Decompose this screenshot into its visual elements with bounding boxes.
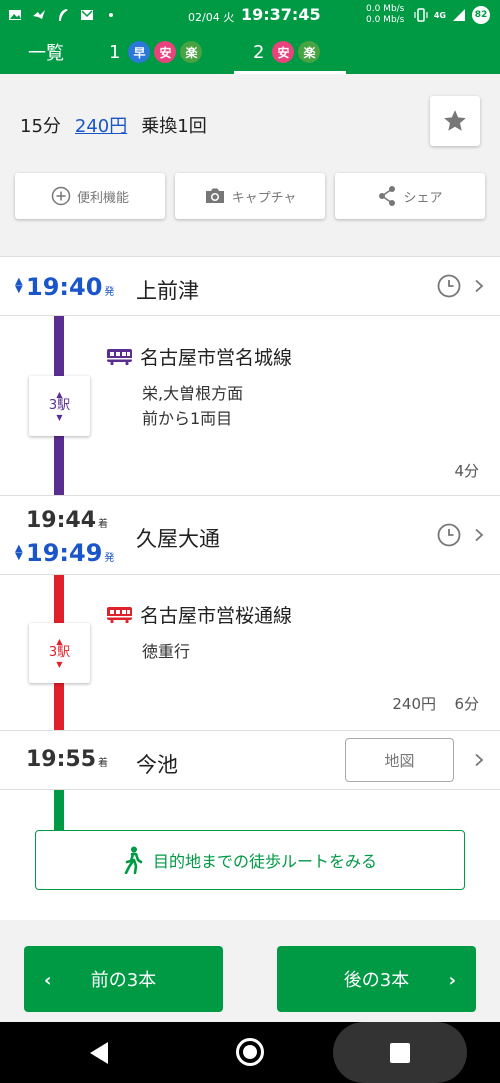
station-row-departure[interactable]: ▲ ▼ 19:40 発 上前津 bbox=[0, 257, 500, 315]
route-tabs: 一覧 1 早 安 楽 2 安 楽 bbox=[0, 30, 500, 74]
departure-time: 19:40 発 bbox=[26, 273, 115, 301]
chevron-right-icon[interactable] bbox=[472, 753, 486, 767]
badge-easy: 楽 bbox=[180, 41, 203, 63]
network-speed: 0.0 Mb/s 0.0 Mb/s bbox=[366, 4, 405, 25]
time-adjust-icon[interactable]: ▲ ▼ bbox=[15, 544, 23, 562]
camera-icon bbox=[205, 188, 224, 203]
home-icon[interactable] bbox=[236, 1038, 264, 1066]
departure-time: 19:49 発 bbox=[26, 539, 115, 567]
station-row-transfer[interactable]: 19:44 着 ▲ ▼ 19:49 発 久屋大通 bbox=[0, 496, 500, 574]
tab-route-2[interactable]: 2 安 楽 bbox=[253, 30, 321, 74]
add-circle-icon bbox=[51, 186, 71, 206]
divider bbox=[0, 789, 500, 790]
bird-icon bbox=[33, 10, 45, 19]
arrival-time: 19:55 着 bbox=[26, 747, 109, 772]
chevron-down-icon: ▼ bbox=[56, 413, 63, 422]
leg-fare: 240円 bbox=[392, 695, 436, 713]
chevron-left-icon: ‹ bbox=[44, 970, 52, 991]
signal-icon bbox=[453, 9, 465, 21]
share-label: シェア bbox=[403, 190, 443, 206]
stops-count-toggle[interactable]: ▲ 3駅 ▼ bbox=[29, 376, 90, 436]
share-icon bbox=[379, 186, 396, 206]
stops-count: 3駅 bbox=[48, 398, 71, 413]
chevron-down-icon: ▼ bbox=[56, 660, 63, 669]
clock-icon[interactable] bbox=[437, 523, 461, 547]
stops-count: 3駅 bbox=[48, 645, 71, 660]
recents-icon[interactable] bbox=[390, 1043, 410, 1063]
status-right: 4G 82 bbox=[414, 6, 490, 24]
capture-button[interactable]: キャプチャ bbox=[175, 173, 325, 219]
feather-icon bbox=[59, 9, 68, 21]
chevron-right-icon: › bbox=[448, 970, 456, 991]
back-icon[interactable] bbox=[90, 1042, 108, 1064]
line-details: 徳重行 bbox=[142, 642, 191, 661]
map-label: 地図 bbox=[384, 751, 415, 770]
badge-easy: 楽 bbox=[298, 41, 321, 63]
chevron-right-icon[interactable] bbox=[472, 528, 486, 542]
line-name: 名古屋市営名城線 bbox=[140, 347, 293, 369]
prev-trains-button[interactable]: ‹ 前の3本 bbox=[24, 946, 223, 1012]
subway-icon bbox=[107, 349, 132, 366]
chevron-right-icon[interactable] bbox=[472, 279, 486, 293]
arrival-time: 19:44 着 bbox=[26, 508, 109, 533]
tools-button[interactable]: 便利機能 bbox=[15, 173, 165, 219]
notification-icons bbox=[8, 8, 118, 22]
line-details: 栄,大曽根方面 前から1両目 bbox=[142, 384, 244, 428]
star-icon bbox=[444, 110, 466, 131]
line-name: 名古屋市営桜通線 bbox=[140, 605, 293, 627]
share-button[interactable]: シェア bbox=[335, 173, 485, 219]
capture-label: キャプチャ bbox=[231, 190, 297, 206]
next-trains-label: 後の3本 bbox=[343, 970, 410, 991]
tab-route-1[interactable]: 1 早 安 楽 bbox=[109, 30, 203, 74]
badge-cheap: 安 bbox=[154, 41, 177, 63]
status-date: 02/04 火 bbox=[188, 11, 235, 24]
stops-count-toggle[interactable]: ▲ 3駅 ▼ bbox=[29, 623, 90, 683]
tab-list[interactable]: 一覧 bbox=[28, 30, 64, 74]
summary-duration: 15分 bbox=[20, 116, 61, 137]
next-trains-button[interactable]: 後の3本 › bbox=[277, 946, 476, 1012]
leg-duration: 4分 bbox=[454, 462, 479, 480]
station-name: 久屋大通 bbox=[136, 527, 220, 551]
station-name: 上前津 bbox=[136, 279, 199, 303]
time-adjust-icon[interactable]: ▲ ▼ bbox=[15, 277, 23, 295]
walking-person-icon bbox=[124, 846, 143, 874]
summary-text: 15分 240円 乗換1回 bbox=[20, 112, 207, 138]
status-time: 19:37:45 bbox=[241, 5, 321, 24]
dot-icon bbox=[109, 13, 113, 17]
walk-line-bar bbox=[54, 790, 64, 830]
clock-icon[interactable] bbox=[437, 274, 461, 298]
tools-label: 便利機能 bbox=[76, 190, 129, 206]
battery-indicator: 82 bbox=[472, 6, 490, 24]
favorite-button[interactable] bbox=[430, 96, 480, 146]
status-bar: 02/04 火 19:37:45 0.0 Mb/s 0.0 Mb/s 4G 82 bbox=[0, 0, 500, 30]
tab-list-label: 一覧 bbox=[28, 43, 64, 64]
route-details: ▲ ▼ 19:40 発 上前津 ▲ 3駅 ▼ 名古屋市営名城線 栄,大曽根方面 前か… bbox=[0, 256, 500, 920]
divider bbox=[0, 315, 500, 316]
vibrate-icon bbox=[414, 8, 428, 22]
mail-icon bbox=[81, 10, 93, 20]
prev-trains-label: 前の3本 bbox=[90, 970, 157, 991]
divider bbox=[0, 574, 500, 575]
route-summary: 15分 240円 乗換1回 便利機能 キャプチャ シェア bbox=[0, 74, 500, 250]
walk-route-button[interactable]: 目的地までの徒歩ルートをみる bbox=[35, 830, 465, 890]
subway-icon bbox=[107, 607, 132, 624]
tab-route-2-number: 2 bbox=[253, 41, 265, 63]
walk-route-label: 目的地までの徒歩ルートをみる bbox=[152, 852, 377, 871]
summary-fare-link[interactable]: 240円 bbox=[75, 112, 127, 138]
system-navigation-bar bbox=[0, 1022, 500, 1083]
station-name: 今池 bbox=[136, 753, 178, 777]
gallery-icon bbox=[9, 10, 21, 20]
network-type: 4G bbox=[433, 10, 446, 20]
badge-fast: 早 bbox=[128, 41, 151, 63]
map-button[interactable]: 地図 bbox=[345, 738, 454, 782]
summary-transfers: 乗換1回 bbox=[141, 116, 207, 137]
leg-duration: 6分 bbox=[454, 695, 479, 713]
tab-route-1-number: 1 bbox=[109, 41, 121, 63]
badge-cheap: 安 bbox=[272, 41, 295, 63]
